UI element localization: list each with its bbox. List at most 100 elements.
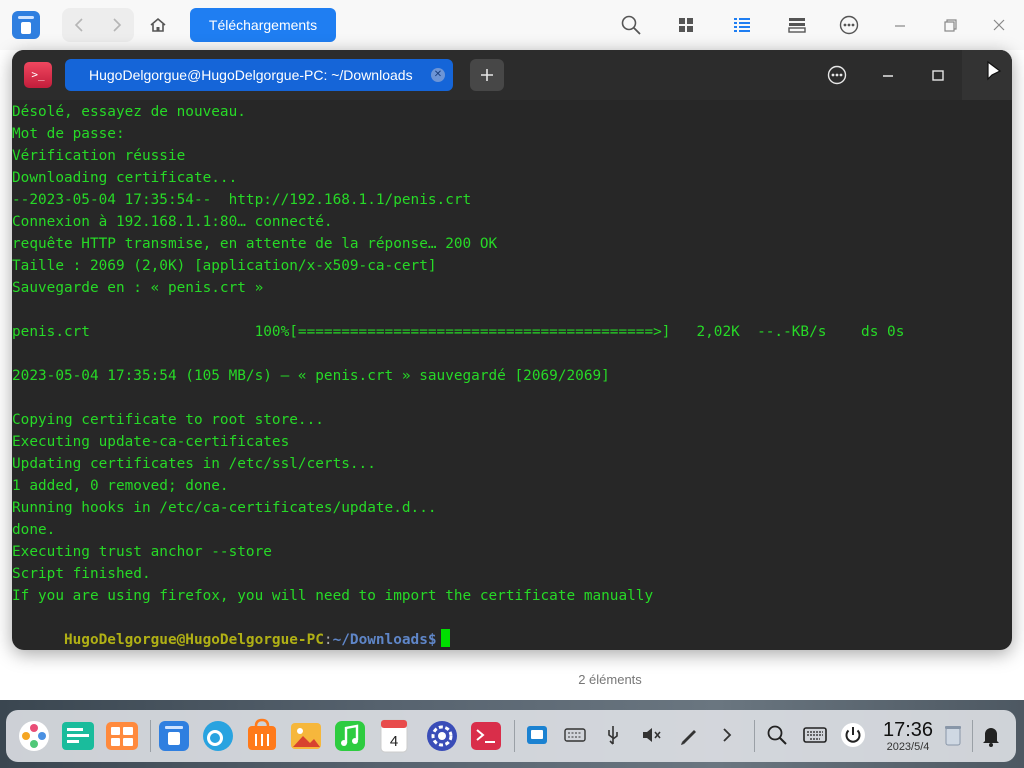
volume-muted-icon (643, 728, 661, 742)
terminal-output[interactable]: Désolé, essayez de nouveau. Mot de passe:… (12, 101, 1012, 648)
multitasking-button[interactable] (58, 716, 98, 756)
keyboard-icon (564, 728, 586, 742)
screenshot-tray-button[interactable] (522, 720, 552, 750)
dock-separator (972, 720, 973, 752)
volume-tray-button[interactable] (636, 720, 666, 750)
terminal-tab[interactable]: HugoDelgorgue@HugoDelgorgue-PC: ~/Downlo… (65, 59, 453, 91)
terminal-tab-title: HugoDelgorgue@HugoDelgorgue-PC: ~/Downlo… (89, 67, 413, 83)
terminal-output-line: Running hooks in /etc/ca-certificates/up… (12, 500, 437, 516)
clock-time[interactable]: 17:36 (876, 719, 940, 742)
chevron-right-icon (113, 18, 122, 32)
tab-close-icon[interactable]: ✕ (431, 68, 445, 82)
settings-gear-icon (427, 721, 457, 751)
close-icon (993, 19, 1005, 31)
details-view-button[interactable] (785, 13, 809, 37)
close-button[interactable] (987, 13, 1011, 37)
file-manager-titlebar: Téléchargements (0, 0, 1024, 50)
terminal-minimize-button[interactable] (876, 63, 900, 87)
image-viewer-dock-button[interactable] (286, 716, 326, 756)
search-tray-button[interactable] (762, 720, 792, 750)
terminal-output-line: 1 added, 0 removed; done. (12, 478, 229, 494)
control-center-dock-button[interactable] (422, 716, 462, 756)
terminal-output-line: Script finished. (12, 566, 151, 582)
home-button[interactable] (146, 8, 170, 42)
minimize-icon (895, 25, 905, 27)
terminal-output-line: --2023-05-04 17:35:54-- http://192.168.1… (12, 192, 472, 208)
dock: 4 17:36 2023/5/4 (6, 710, 1016, 762)
terminal-output-line: Désolé, essayez de nouveau. (12, 104, 246, 120)
terminal-icon (471, 722, 501, 750)
image-viewer-icon (291, 723, 321, 749)
maximize-icon (932, 70, 944, 81)
back-button[interactable] (62, 8, 98, 42)
usb-tray-button[interactable] (598, 720, 628, 750)
terminal-titlebar: >_ HugoDelgorgue@HugoDelgorgue-PC: ~/Dow… (12, 50, 1012, 100)
app-store-dock-button[interactable] (242, 716, 282, 756)
dock-separator (514, 720, 515, 752)
more-icon (827, 65, 847, 85)
expand-tray-button[interactable] (712, 720, 742, 750)
power-icon (841, 723, 865, 747)
terminal-output-line: Vérification réussie (12, 148, 186, 164)
onscreen-keyboard-tray-button[interactable] (800, 720, 830, 750)
terminal-output-line: Executing trust anchor --store (12, 544, 272, 560)
terminal-output-line: done. (12, 522, 56, 538)
music-icon (335, 721, 365, 751)
browser-dock-button[interactable] (198, 716, 238, 756)
browser-icon (203, 721, 233, 751)
minimize-button[interactable] (888, 13, 912, 37)
notification-center-button[interactable] (976, 720, 1006, 750)
terminal-output-line: Sauvegarde en : « penis.crt » (12, 280, 264, 296)
list-view-icon (734, 18, 750, 32)
search-icon (621, 15, 641, 35)
dock-separator (754, 720, 755, 752)
terminal-output-line: Taille : 2069 (2,0K) [application/x-x509… (12, 258, 437, 274)
terminal-menu-button[interactable] (825, 63, 849, 87)
calendar-icon: 4 (380, 719, 408, 753)
terminal-window: >_ HugoDelgorgue@HugoDelgorgue-PC: ~/Dow… (12, 50, 1012, 650)
app-store-icon (248, 718, 276, 750)
terminal-close-button[interactable] (962, 50, 1012, 100)
pen-tray-button[interactable] (674, 720, 704, 750)
launcher-button[interactable] (14, 716, 54, 756)
dock-separator (150, 720, 151, 752)
terminal-output-line: If you are using firefox, you will need … (12, 588, 654, 604)
terminal-output-line: Executing update-ca-certificates (12, 434, 290, 450)
minimize-icon (883, 75, 893, 77)
keyboard-layout-tray-button[interactable] (560, 720, 590, 750)
icon-view-button[interactable] (674, 13, 698, 37)
breadcrumb-downloads[interactable]: Téléchargements (190, 8, 336, 42)
terminal-app-icon: >_ (24, 62, 52, 88)
terminal-maximize-button[interactable] (926, 63, 950, 87)
search-button[interactable] (619, 13, 643, 37)
terminal-output-line: penis.crt 100%[=========================… (12, 324, 905, 340)
multitasking-view-icon (62, 722, 94, 750)
restore-button[interactable] (938, 13, 962, 37)
chevron-right-icon (723, 728, 732, 742)
power-tray-button[interactable] (838, 720, 868, 750)
more-options-button[interactable] (837, 13, 861, 37)
calendar-day: 4 (390, 733, 398, 750)
calendar-dock-button[interactable]: 4 (374, 716, 414, 756)
file-manager-icon (159, 721, 189, 751)
clock-date[interactable]: 2023/5/4 (876, 741, 940, 753)
item-count-status: 2 éléments (578, 672, 642, 687)
terminal-output-line: requête HTTP transmise, en attente de la… (12, 236, 498, 252)
workspace-icon (106, 722, 138, 750)
file-manager-dock-button[interactable] (154, 716, 194, 756)
more-icon (839, 15, 859, 35)
terminal-output-line: Mot de passe: (12, 126, 125, 142)
terminal-prompt[interactable]: HugoDelgorgue@HugoDelgorgue-PC:~/Downloa… (12, 607, 450, 648)
new-tab-button[interactable] (470, 59, 504, 91)
music-dock-button[interactable] (330, 716, 370, 756)
prompt-user-host: HugoDelgorgue@HugoDelgorgue-PC (63, 632, 324, 648)
prompt-path: ~/Downloads (332, 632, 428, 648)
list-view-button[interactable] (730, 13, 754, 37)
home-icon (150, 17, 166, 32)
pen-icon (681, 730, 696, 745)
workspace-button[interactable] (102, 716, 142, 756)
trash-tray-button[interactable] (938, 720, 968, 750)
terminal-dock-button[interactable] (466, 716, 506, 756)
terminal-output-line: Copying certificate to root store... (12, 412, 324, 428)
forward-button[interactable] (98, 8, 134, 42)
